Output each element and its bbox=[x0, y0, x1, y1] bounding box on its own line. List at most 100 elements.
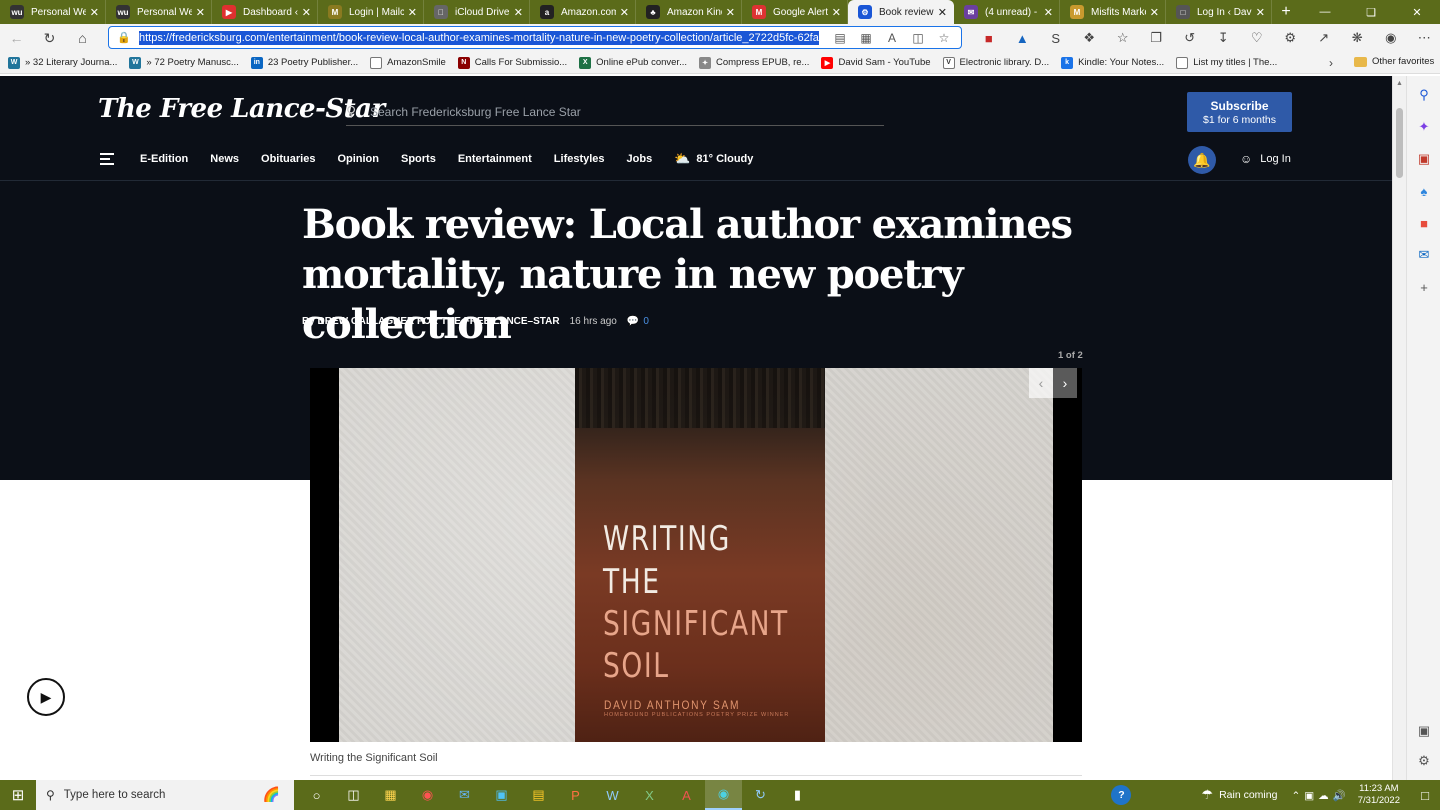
favorite-link[interactable]: ✦ Compress EPUB, re... bbox=[699, 56, 809, 69]
reader-view-icon[interactable]: ▤ bbox=[827, 31, 853, 45]
more-options-icon[interactable]: ⋯ bbox=[1408, 30, 1440, 46]
collections-icon[interactable]: ❐ bbox=[1140, 30, 1174, 46]
extensions-icon[interactable]: ❖ bbox=[1073, 30, 1107, 46]
gallery-image[interactable]: WRITING THE SIGNIFICANT SOIL DAVID ANTHO… bbox=[310, 368, 1082, 742]
restore-icon[interactable]: ❏ bbox=[1348, 0, 1394, 24]
weather-tray[interactable]: ☂ Rain coming bbox=[1201, 787, 1277, 803]
acrobat-icon[interactable]: A bbox=[668, 780, 705, 810]
subscribe-button[interactable]: Subscribe $1 for 6 months bbox=[1187, 92, 1292, 132]
scroll-up-icon[interactable]: ▲ bbox=[1396, 80, 1403, 87]
browser-tab[interactable]:  iCloud Drive ✕ bbox=[424, 0, 530, 24]
media-icon[interactable]: ◉ bbox=[409, 780, 446, 810]
browser-tab[interactable]: M Misfits Market ✕ bbox=[1060, 0, 1166, 24]
favorite-link[interactable]: k Kindle: Your Notes... bbox=[1061, 56, 1164, 69]
system-clock[interactable]: 11:23 AM 7/31/2022 bbox=[1358, 783, 1400, 807]
browser-tab[interactable]: M Google Alert ✕ bbox=[742, 0, 848, 24]
page-scrollbar[interactable]: ▲ bbox=[1392, 76, 1406, 780]
favorite-star-icon[interactable]: ☆ bbox=[931, 31, 957, 45]
help-icon[interactable]: ? bbox=[1111, 785, 1132, 805]
favorite-link[interactable]: N Calls For Submissio... bbox=[457, 56, 567, 69]
sidebar-office-icon[interactable]: ■ bbox=[1415, 214, 1433, 232]
edge-icon[interactable]: ◉ bbox=[705, 780, 742, 810]
sidebar-add-icon[interactable]: + bbox=[1415, 278, 1433, 296]
minimize-icon[interactable]: — bbox=[1302, 0, 1348, 24]
login-link[interactable]: ☺ Log In bbox=[1240, 152, 1291, 166]
tab-close-icon[interactable]: ✕ bbox=[514, 6, 523, 19]
home-icon[interactable]: ⌂ bbox=[66, 24, 99, 52]
qr-code-icon[interactable]: ▦ bbox=[853, 31, 879, 45]
tab-close-icon[interactable]: ✕ bbox=[408, 6, 417, 19]
browser-tab[interactable]: ♣ Amazon Kindl ✕ bbox=[636, 0, 742, 24]
sidebar-layout-icon[interactable]: ▣ bbox=[1415, 722, 1433, 740]
search-icon[interactable]: ⚲ bbox=[346, 103, 370, 120]
tab-close-icon[interactable]: ✕ bbox=[832, 6, 841, 19]
notification-bell-icon[interactable]: 🔔 bbox=[1188, 146, 1216, 174]
sync-app-icon[interactable]: ↻ bbox=[742, 780, 779, 810]
nav-entertainment[interactable]: Entertainment bbox=[458, 153, 532, 165]
outlook-icon[interactable]: ✉ bbox=[446, 780, 483, 810]
tab-close-icon[interactable]: ✕ bbox=[620, 6, 629, 19]
favorite-link[interactable]: List my titles | The... bbox=[1176, 56, 1277, 69]
task-view-icon[interactable]: ◫ bbox=[335, 780, 372, 810]
browser-tab[interactable]: □ Log In ‹ David ✕ bbox=[1166, 0, 1272, 24]
tray-system-icons[interactable]: ⌃▣☁🔊 bbox=[1291, 789, 1349, 802]
word-icon[interactable]: W bbox=[594, 780, 631, 810]
tab-close-icon[interactable]: ✕ bbox=[1150, 6, 1159, 19]
favorite-link[interactable]: X Online ePub conver... bbox=[579, 56, 687, 69]
tab-close-icon[interactable]: ✕ bbox=[938, 6, 947, 19]
extension-blue-icon[interactable]: ▲ bbox=[1006, 31, 1040, 46]
nav-lifestyles[interactable]: Lifestyles bbox=[554, 153, 605, 165]
play-audio-icon[interactable]: ▶ bbox=[27, 678, 65, 716]
favorite-link[interactable]: W » 32 Literary Journa... bbox=[8, 56, 117, 69]
sidebar-settings-icon[interactable]: ⚙ bbox=[1415, 752, 1433, 770]
other-favorites[interactable]: Other favorites bbox=[1354, 56, 1434, 67]
favorite-link[interactable]: W » 72 Poetry Manusc... bbox=[129, 56, 239, 69]
back-icon[interactable]: ← bbox=[0, 24, 33, 52]
favorite-link[interactable]: V Electronic library. D... bbox=[942, 56, 1049, 69]
close-window-icon[interactable]: ✕ bbox=[1394, 0, 1440, 24]
excel-icon[interactable]: X bbox=[631, 780, 668, 810]
heart-icon[interactable]: ♡ bbox=[1240, 30, 1274, 46]
lock-icon[interactable]: 🔒 bbox=[109, 31, 139, 44]
menu-icon[interactable] bbox=[100, 150, 114, 168]
tab-close-icon[interactable]: ✕ bbox=[196, 6, 205, 19]
tab-close-icon[interactable]: ✕ bbox=[1256, 6, 1265, 19]
extension-s-icon[interactable]: S bbox=[1039, 31, 1073, 46]
comments-link[interactable]: 💬 0 bbox=[627, 316, 649, 327]
site-search-input[interactable] bbox=[370, 104, 870, 119]
sidebar-discover-icon[interactable]: ✦ bbox=[1415, 118, 1433, 136]
powerpoint-icon[interactable]: P bbox=[557, 780, 594, 810]
nav-jobs[interactable]: Jobs bbox=[627, 153, 653, 165]
immersive-reader-icon[interactable]: ◫ bbox=[905, 31, 931, 45]
store-icon[interactable]: ▦ bbox=[372, 780, 409, 810]
gallery-prev-icon[interactable]: ‹ bbox=[1029, 368, 1053, 398]
favorite-link[interactable]: ▶ David Sam - YouTube bbox=[821, 56, 931, 69]
library-app-icon[interactable]: ▮ bbox=[779, 780, 816, 810]
nav-news[interactable]: News bbox=[210, 153, 239, 165]
nav-sports[interactable]: Sports bbox=[401, 153, 436, 165]
gallery-next-icon[interactable]: › bbox=[1053, 368, 1077, 398]
tab-close-icon[interactable]: ✕ bbox=[302, 6, 311, 19]
favorite-link[interactable]: AmazonSmile bbox=[370, 56, 446, 69]
nav-obituaries[interactable]: Obituaries bbox=[261, 153, 315, 165]
browser-tab[interactable]: a Amazon.com: ✕ bbox=[530, 0, 636, 24]
read-aloud-icon[interactable]: A bbox=[879, 31, 905, 45]
scrollbar-thumb[interactable] bbox=[1396, 108, 1403, 178]
favorite-link[interactable]: in 23 Poetry Publisher... bbox=[250, 56, 358, 69]
weather-widget[interactable]: ⛅ 81° Cloudy bbox=[674, 151, 753, 167]
nav-opinion[interactable]: Opinion bbox=[337, 153, 379, 165]
tab-close-icon[interactable]: ✕ bbox=[726, 6, 735, 19]
sidebar-tools-icon[interactable]: ▣ bbox=[1415, 150, 1433, 168]
sidebar-games-icon[interactable]: ♠ bbox=[1415, 182, 1433, 200]
windows-start-icon[interactable]: ⊞ bbox=[0, 786, 36, 804]
nav-e-edition[interactable]: E-Edition bbox=[140, 153, 188, 165]
site-search[interactable]: ⚲ bbox=[346, 98, 884, 126]
profile-avatar[interactable]: ◉ bbox=[1374, 30, 1408, 46]
extension-red-icon[interactable]: ■ bbox=[972, 31, 1006, 46]
history-icon[interactable]: ↺ bbox=[1173, 30, 1207, 46]
address-bar[interactable]: 🔒 https://fredericksburg.com/entertainme… bbox=[108, 26, 962, 49]
browser-tab[interactable]: wu Personal Weat ✕ bbox=[0, 0, 106, 24]
sidebar-outlook-icon[interactable]: ✉ bbox=[1415, 246, 1433, 264]
browser-tab[interactable]: ▶ Dashboard ‹ M ✕ bbox=[212, 0, 318, 24]
favorites-overflow-icon[interactable]: › bbox=[1329, 56, 1333, 70]
